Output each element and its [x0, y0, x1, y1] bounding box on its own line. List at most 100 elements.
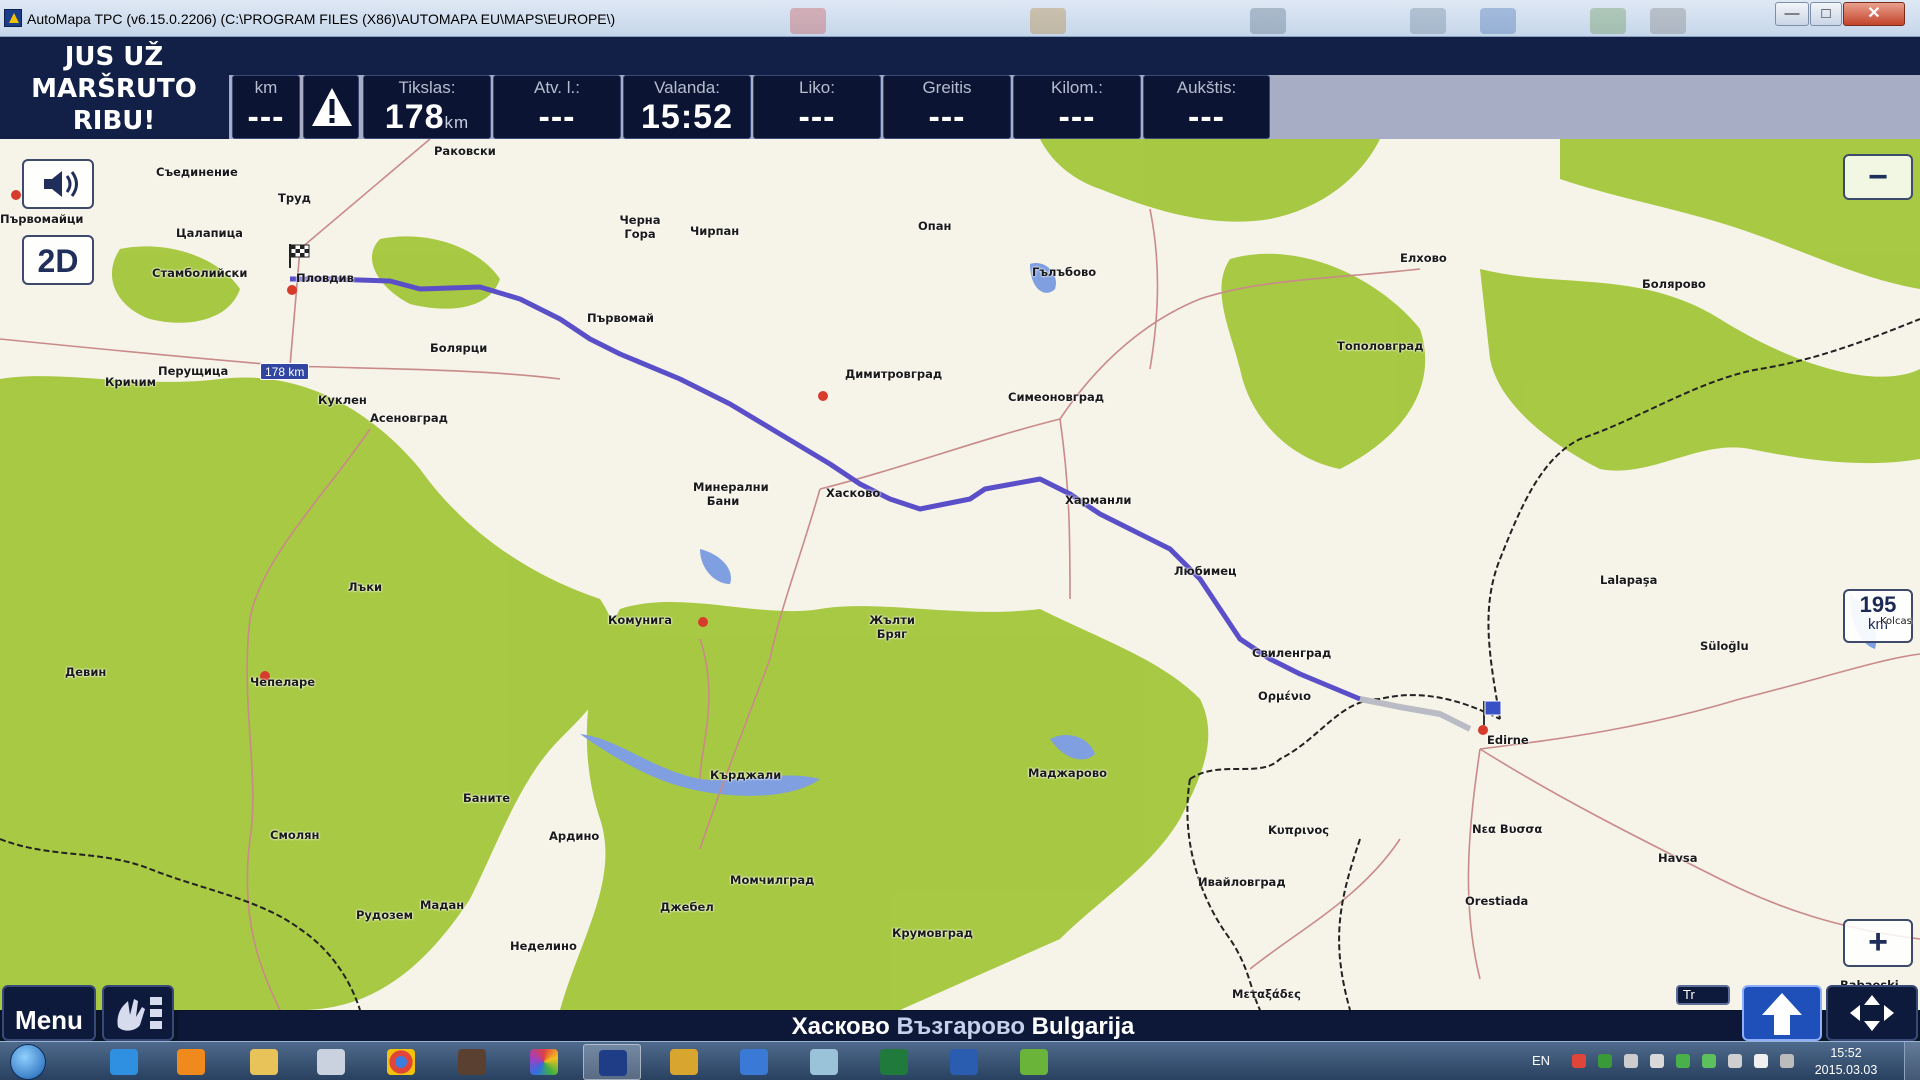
- language-indicator[interactable]: EN: [1532, 1053, 1550, 1068]
- panel-altitude[interactable]: Aukštis: ---: [1143, 75, 1270, 139]
- start-marker-icon: [1483, 700, 1502, 725]
- system-clock[interactable]: 15:52 2015.03.03: [1808, 1045, 1884, 1079]
- city-label: Цалапица: [176, 226, 243, 240]
- panel-atv[interactable]: Atv. l.: ---: [493, 75, 621, 139]
- traffic-label: Tr: [1683, 987, 1695, 1002]
- taskbar-media[interactable]: [162, 1044, 220, 1080]
- close-icon: ✕: [1867, 5, 1881, 22]
- taskbar-radio[interactable]: [443, 1044, 501, 1080]
- desktop-icon: [1650, 8, 1686, 34]
- zoom-out-button[interactable]: −: [1843, 154, 1913, 200]
- desktop-icon: [1480, 8, 1516, 34]
- view-mode-button[interactable]: 2D: [22, 235, 94, 285]
- panel-speed[interactable]: Greitis ---: [883, 75, 1011, 139]
- speaker-icon: [44, 171, 78, 197]
- city-label: Елхово: [1400, 251, 1447, 265]
- up-arrow-icon: [1762, 993, 1802, 1035]
- direction-arrow-button[interactable]: [1742, 985, 1822, 1041]
- taskbar-explorer[interactable]: [235, 1044, 293, 1080]
- panel-km[interactable]: km ---: [232, 75, 300, 139]
- minus-icon: −: [1868, 158, 1888, 196]
- taskbar-calculator[interactable]: [302, 1044, 360, 1080]
- panel-destination[interactable]: Tikslas: 178km: [363, 75, 491, 139]
- ie-icon: [110, 1049, 138, 1075]
- volume-button[interactable]: [22, 159, 94, 209]
- city-label: Димитровград: [845, 367, 943, 381]
- power-tray-icon[interactable]: [1728, 1054, 1742, 1068]
- clock-time: 15:52: [1830, 1046, 1862, 1060]
- panel-value: ---: [1188, 98, 1225, 136]
- city-label: Кърджали: [710, 768, 782, 782]
- city-label: Черна Гора: [619, 213, 661, 241]
- city-label: Рудозем: [356, 908, 413, 922]
- panel-time[interactable]: Valanda: 15:52: [623, 75, 751, 139]
- taskbar-automapa[interactable]: [583, 1044, 641, 1080]
- panel-label: Atv. l.:: [534, 78, 580, 97]
- panel-label: Liko:: [799, 78, 835, 97]
- panel-label: Aukštis:: [1176, 78, 1237, 97]
- volume-tray-icon[interactable]: [1650, 1054, 1664, 1068]
- taskbar-window[interactable]: [795, 1044, 853, 1080]
- menu-button[interactable]: Menu: [2, 985, 96, 1041]
- city-label: Първомайци: [0, 212, 84, 226]
- city-label: Свиленград: [1252, 646, 1332, 660]
- city-label: Раковски: [434, 144, 496, 158]
- distance-value: 195: [1859, 592, 1897, 617]
- signal-tray-icon[interactable]: [1780, 1054, 1794, 1068]
- zoom-in-button[interactable]: +: [1843, 919, 1913, 967]
- excel-icon: [880, 1049, 908, 1075]
- minimize-button[interactable]: —: [1775, 2, 1809, 26]
- flag-tray-icon[interactable]: [1754, 1054, 1768, 1068]
- city-label: Стамболийски: [152, 266, 248, 280]
- city-label: Orestiada: [1465, 894, 1529, 908]
- taskbar-archive[interactable]: [655, 1044, 713, 1080]
- panel-value: ---: [798, 98, 836, 136]
- compass-arrows-icon: [1850, 995, 1894, 1031]
- panel-value: 178km: [384, 98, 470, 136]
- window-title: AutoMapa TPC (v6.15.0.2206) (C:\PROGRAM …: [27, 11, 616, 27]
- app-tray-icon[interactable]: [1676, 1054, 1690, 1068]
- panel-remaining[interactable]: Liko: ---: [753, 75, 881, 139]
- city-label: Νεα Βυσσα: [1472, 822, 1543, 836]
- city-label: Перущица: [158, 364, 229, 378]
- city-label: Lalapaşa: [1600, 573, 1658, 587]
- utorrent-icon: [1020, 1049, 1048, 1075]
- taskbar-pen[interactable]: [725, 1044, 783, 1080]
- taskbar-utorrent[interactable]: [1005, 1044, 1063, 1080]
- city-label: Труд: [278, 191, 311, 205]
- desktop-icon: [1030, 8, 1066, 34]
- close-button[interactable]: ✕: [1843, 2, 1905, 26]
- city-label: Чирпан: [690, 224, 740, 238]
- city-label: Опан: [918, 219, 952, 233]
- map-view[interactable]: 178 km Раковски Съединение Труд Черна Гора Ч…: [0, 139, 1920, 1010]
- sync-tray-icon[interactable]: [1598, 1054, 1612, 1068]
- warning-button[interactable]: [303, 75, 359, 139]
- nvidia-tray-icon[interactable]: [1702, 1054, 1716, 1068]
- distance-side-text: Kolcas: [1880, 616, 1912, 627]
- traffic-toggle[interactable]: Tr: [1676, 985, 1730, 1005]
- chrome-tray-icon[interactable]: [1572, 1054, 1586, 1068]
- gesture-button[interactable]: [102, 985, 174, 1041]
- warning-icon: [312, 88, 352, 126]
- taskbar-chrome[interactable]: [372, 1044, 430, 1080]
- panel-kilometers[interactable]: Kilom.: ---: [1013, 75, 1141, 139]
- media-player-icon: [177, 1049, 205, 1075]
- network-tray-icon[interactable]: [1624, 1054, 1638, 1068]
- city-label: Edirne: [1487, 733, 1529, 747]
- city-label: Симеоновград: [1008, 390, 1105, 404]
- maximize-button[interactable]: □: [1810, 2, 1842, 26]
- city-label: Асеновград: [370, 411, 448, 425]
- taskbar-picasa[interactable]: [515, 1044, 573, 1080]
- map-orientation-button[interactable]: [1826, 985, 1918, 1041]
- show-desktop-button[interactable]: [1904, 1042, 1920, 1080]
- start-button[interactable]: [10, 1044, 46, 1080]
- city-label: Баните: [463, 791, 510, 805]
- taskbar-excel[interactable]: [865, 1044, 923, 1080]
- automapa-window: AutoMapa TPC (v6.15.0.2206) (C:\PROGRAM …: [0, 0, 1920, 1080]
- desktop-icon: [1410, 8, 1446, 34]
- taskbar-ie[interactable]: [95, 1044, 153, 1080]
- desktop-icon: [790, 8, 826, 34]
- taskbar-word[interactable]: [935, 1044, 993, 1080]
- city-label: Ардино: [549, 829, 600, 843]
- desktop-icon: [1250, 8, 1286, 34]
